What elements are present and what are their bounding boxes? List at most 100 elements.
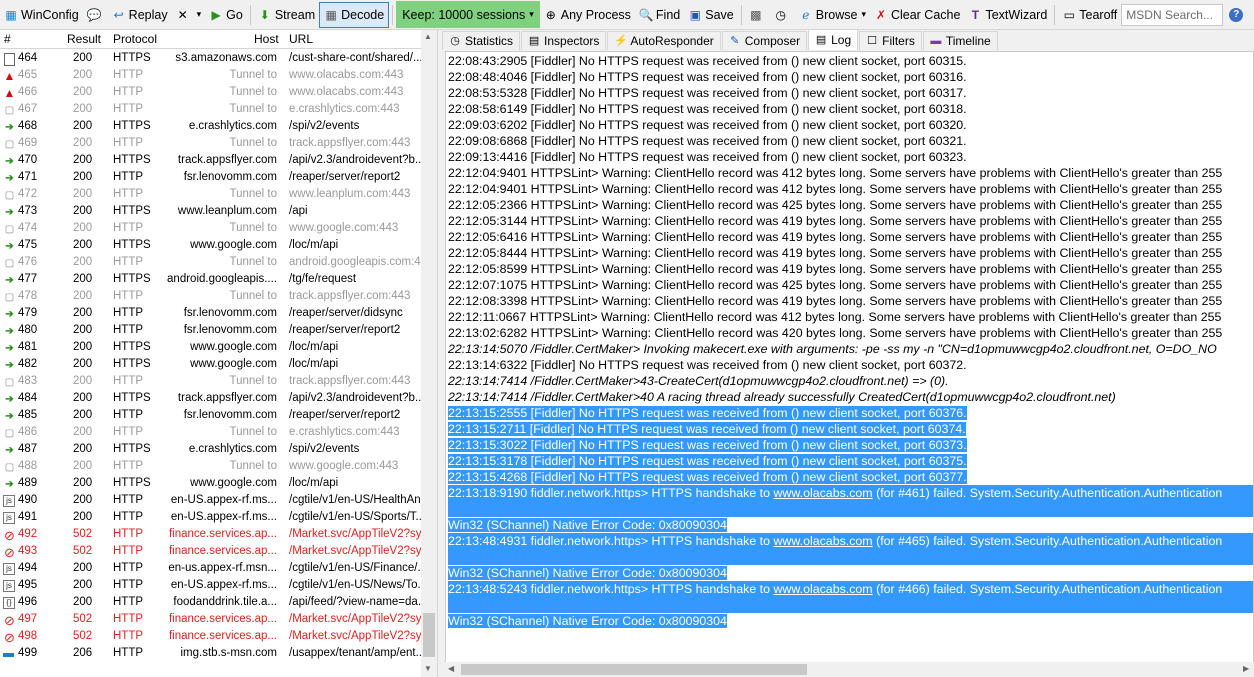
decode-button[interactable]: ▦ Decode [319,1,390,28]
blocked-icon: ⊘ [4,631,15,644]
session-row[interactable]: ▢ 486 200 HTTP Tunnel to e.crashlytics.com:44… [0,425,421,442]
session-row[interactable]: ⊘ 498 502 HTTP finance.services.ap... /Market… [0,629,421,646]
host-link[interactable]: www.olacabs.com [773,486,872,500]
session-result: 200 [73,477,93,489]
column-header-url[interactable]: URL [289,32,313,46]
tab-statistics[interactable]: ◷ Statistics [442,31,521,50]
help-icon[interactable]: ? [1229,7,1244,22]
session-row[interactable]: ➔ 479 200 HTTP fsr.lenovomm.com/reaper/serve… [0,306,421,323]
session-row[interactable]: 464 200 HTTPS s3.amazonaws.com/cust-share-c… [0,51,421,68]
session-row[interactable]: ➔ 489 200 HTTPS www.google.com/loc/m/api [0,476,421,493]
log-horizontal-scrollbar[interactable]: ◀ ▶ [445,662,1254,677]
session-result: 200 [73,392,93,404]
session-row[interactable]: ➔ 481 200 HTTPS www.google.com/loc/m/api [0,340,421,357]
replay-button[interactable]: ↩ Replay [108,3,172,27]
scroll-up-icon[interactable]: ▲ [424,32,432,41]
clear-cache-button[interactable]: ✗ Clear Cache [870,3,964,27]
tab-timeline[interactable]: ▬ Timeline [922,31,998,50]
session-url: /reaper/server/didsync [289,307,403,319]
timer-button[interactable]: ◷ [770,3,795,27]
host-link[interactable]: www.olacabs.com [773,534,872,548]
session-row[interactable]: ➔ 487 200 HTTPS e.crashlytics.com/spi/v2/eve… [0,442,421,459]
tab-inspectors[interactable]: ▤ Inspectors [521,31,607,50]
go-button[interactable]: ▶ Go [205,3,247,27]
session-result: 200 [73,205,93,217]
session-row[interactable]: ▲ 465 200 HTTP Tunnel to www.olacabs.com:443 [0,68,421,85]
session-row[interactable]: ➔ 468 200 HTTPS e.crashlytics.com/spi/v2/eve… [0,119,421,136]
session-result: 200 [73,307,93,319]
arrow-icon: ➔ [5,309,14,320]
find-button[interactable]: 🔍 Find [635,3,684,27]
textwizard-button[interactable]: T TextWizard [964,3,1051,27]
session-row[interactable]: ▢ 467 200 HTTP Tunnel to e.crashlytics.com:44… [0,102,421,119]
crosshair-icon: ⊕ [545,7,556,22]
session-row[interactable]: ➔ 471 200 HTTP fsr.lenovomm.com/reaper/serve… [0,170,421,187]
session-result: 200 [73,562,93,574]
session-row[interactable]: js 495 200 HTTP en-US.appex-rf.ms... /cgtile/… [0,578,421,595]
winconfig-button[interactable]: ▦ WinConfig [0,3,83,27]
session-num: 496 [18,596,38,608]
session-row[interactable]: ▢ 476 200 HTTP Tunnel to android.googleapis.c… [0,255,421,272]
session-row[interactable]: ➔ 484 200 HTTPS track.appsflyer.com/api/v2.3… [0,391,421,408]
tearoff-button[interactable]: ▭ Tearoff [1058,3,1121,27]
sessions-scrollbar[interactable]: ▲ ▼ [421,30,437,677]
session-row[interactable]: ▲ 466 200 HTTP Tunnel to www.olacabs.com:443 [0,85,421,102]
save-button[interactable]: ▣ Save [684,3,738,27]
column-header-host[interactable]: Host [254,32,279,46]
scroll-right-icon[interactable]: ▶ [1243,664,1249,673]
scroll-down-icon[interactable]: ▼ [424,664,432,673]
tab-filters[interactable]: ☐ Filters [859,31,922,50]
session-row[interactable]: js 494 200 HTTP en-us.appex-rf.msn... /cgtile… [0,561,421,578]
session-row[interactable]: js 490 200 HTTP en-US.appex-rf.ms... /cgtile/… [0,493,421,510]
keep-sessions-dropdown[interactable]: Keep: 10000 sessions ▾ [396,1,540,28]
session-num: 481 [18,341,38,353]
browse-button[interactable]: ℯ Browse ▾ [795,3,870,27]
scroll-left-icon[interactable]: ◀ [448,664,454,673]
screenshot-button[interactable]: ▩ [745,3,770,27]
comment-button[interactable]: 💬 [83,3,108,27]
tab-autoresponder[interactable]: ⚡ AutoResponder [607,31,721,50]
session-protocol: HTTPS [113,273,151,285]
stream-button[interactable]: ⬇ Stream [254,3,319,27]
session-row[interactable]: ▢ 478 200 HTTP Tunnel to track.appsflyer.com:… [0,289,421,306]
session-row[interactable]: ➔ 473 200 HTTPS www.leanplum.com/api [0,204,421,221]
sessions-header: # Result Protocol Host URL [0,30,421,49]
session-row[interactable]: ➔ 477 200 HTTPS android.googleapis.... /tg/fe… [0,272,421,289]
session-url: /cgtile/v1/en-US/HealthAn... [289,494,421,506]
host-link[interactable]: www.olacabs.com [773,582,872,596]
any-process-button[interactable]: ⊕ Any Process [540,3,635,27]
session-row[interactable]: ▢ 472 200 HTTP Tunnel to www.leanplum.com:443 [0,187,421,204]
session-num: 483 [18,375,38,387]
scroll-thumb[interactable] [423,613,435,657]
session-row[interactable]: ⊘ 492 502 HTTP finance.services.ap... /Market… [0,527,421,544]
session-url: /loc/m/api [289,477,339,489]
session-host: Tunnel to [229,290,277,302]
session-row[interactable]: {} 496 200 HTTP foodanddrink.tile.a... /api/f… [0,595,421,612]
column-header-result[interactable]: Result [67,32,101,46]
session-row[interactable]: ➔ 482 200 HTTPS www.google.com/loc/m/api [0,357,421,374]
session-row[interactable]: ▢ 488 200 HTTP Tunnel to www.google.com:443 [0,459,421,476]
column-header-num[interactable]: # [4,32,11,46]
session-row[interactable]: ▢ 469 200 HTTP Tunnel to track.appsflyer.com:… [0,136,421,153]
session-row[interactable]: ▢ 483 200 HTTP Tunnel to track.appsflyer.com:… [0,374,421,391]
session-row[interactable]: ▢ 474 200 HTTP Tunnel to www.google.com:443 [0,221,421,238]
msdn-search-input[interactable]: MSDN Search... [1121,3,1224,26]
session-row[interactable]: ➔ 480 200 HTTP fsr.lenovomm.com/reaper/serve… [0,323,421,340]
column-header-protocol[interactable]: Protocol [113,32,157,46]
lock-icon: ▢ [4,224,15,235]
scroll-thumb[interactable] [461,664,807,675]
session-row[interactable]: ➔ 475 200 HTTPS www.google.com/loc/m/api [0,238,421,255]
session-host: en-us.appex-rf.msn... [168,562,277,574]
tab-log[interactable]: ▤ Log [808,29,859,50]
session-row[interactable]: 499 206 HTTP img.stb.s-msn.com/usappex/tena… [0,646,421,663]
tab-composer[interactable]: ✎ Composer [721,31,808,50]
session-result: 206 [73,647,93,659]
session-row[interactable]: ➔ 470 200 HTTPS track.appsflyer.com/api/v2.3… [0,153,421,170]
remove-button[interactable]: ✕ ▾ [172,3,206,27]
browser-icon: ℯ [802,7,810,22]
session-row[interactable]: ⊘ 493 502 HTTP finance.services.ap... /Market… [0,544,421,561]
log-view[interactable]: 22:08:43:2905 [Fiddler] No HTTPS request… [445,51,1254,664]
session-row[interactable]: js 491 200 HTTP en-US.appex-rf.ms... /cgtile/… [0,510,421,527]
session-row[interactable]: ⊘ 497 502 HTTP finance.services.ap... /Market… [0,612,421,629]
session-row[interactable]: ➔ 485 200 HTTP fsr.lenovomm.com/reaper/serve… [0,408,421,425]
